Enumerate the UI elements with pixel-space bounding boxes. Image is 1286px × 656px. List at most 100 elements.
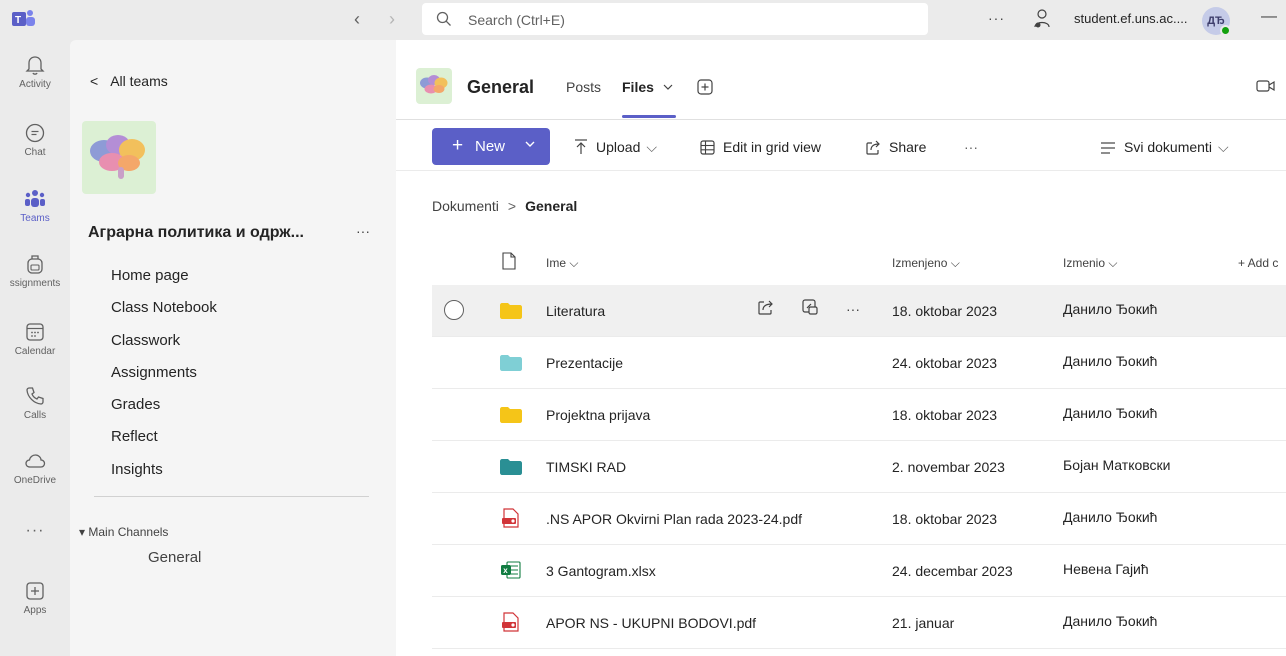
team-nav-class-notebook[interactable]: Class Notebook xyxy=(111,298,217,330)
rail-item-apps[interactable]: Apps xyxy=(0,580,70,616)
file-modified-by: Бојан Матковски xyxy=(1063,457,1171,473)
team-nav-classwork[interactable]: Classwork xyxy=(111,331,217,363)
all-teams-link[interactable]: < All teams xyxy=(90,73,168,89)
back-arrow-icon[interactable]: ‹ xyxy=(354,10,360,28)
list-view-icon xyxy=(1101,142,1115,154)
file-modified-date: 18. oktobar 2023 xyxy=(892,407,998,423)
rail-item-more[interactable]: ··· xyxy=(0,522,70,540)
share-icon[interactable] xyxy=(758,299,774,320)
team-nav-home-page[interactable]: Home page xyxy=(111,266,217,298)
brain-icon xyxy=(420,75,448,94)
add-tab-icon[interactable] xyxy=(697,79,713,95)
rail-item-calls[interactable]: Calls xyxy=(0,385,70,421)
table-row[interactable]: Prezentacije 24. oktobar 2023 Данило Ђок… xyxy=(432,337,1286,389)
team-nav-assignments[interactable]: Assignments xyxy=(111,363,217,395)
rail-label: Calls xyxy=(23,410,47,421)
chevron-down-icon: ⌵ xyxy=(646,139,657,155)
rail-item-assignments[interactable]: ssignments xyxy=(0,253,70,289)
people-icon[interactable] xyxy=(1032,8,1052,30)
table-row[interactable]: Literatura ··· 18. oktobar 2023 Данило Ђ… xyxy=(432,285,1286,337)
file-name[interactable]: .NS APOR Okvirni Plan rada 2023-24.pdf xyxy=(546,511,802,527)
plus-icon: + xyxy=(452,135,464,156)
table-row[interactable]: Projektna prijava 18. oktobar 2023 Данил… xyxy=(432,389,1286,441)
file-modified-date: 21. januar xyxy=(892,615,955,631)
edit-grid-label: Edit in grid view xyxy=(723,139,822,155)
rail-item-chat[interactable]: Chat xyxy=(0,122,70,158)
view-label: Svi dokumenti xyxy=(1124,139,1212,155)
file-name[interactable]: Projektna prijava xyxy=(546,407,650,423)
video-call-icon[interactable] xyxy=(1256,78,1276,94)
svg-text:x: x xyxy=(503,566,508,575)
column-modified-label: Izmenjeno xyxy=(892,256,948,270)
rail-item-teams[interactable]: Teams xyxy=(0,188,70,224)
view-selector[interactable]: Svi dokumenti ⌵ xyxy=(1100,139,1229,156)
team-nav-grades[interactable]: Grades xyxy=(111,395,217,427)
toolbar-more-button[interactable]: ··· xyxy=(964,139,978,155)
more-icon: ··· xyxy=(25,522,45,539)
folder-icon xyxy=(500,355,522,371)
file-name[interactable]: Literatura xyxy=(546,303,605,319)
row-select-checkbox[interactable] xyxy=(444,300,464,320)
breadcrumb-root[interactable]: Dokumenti xyxy=(432,198,499,214)
tab-files[interactable]: Files xyxy=(622,79,674,95)
chevron-down-icon: ⌵ xyxy=(1217,139,1229,155)
file-name[interactable]: Prezentacije xyxy=(546,355,623,371)
presence-available-icon xyxy=(1220,25,1231,36)
file-modified-by: Невена Гајић xyxy=(1063,561,1149,577)
tab-posts[interactable]: Posts xyxy=(566,79,601,95)
rail-item-calendar[interactable]: Calendar xyxy=(0,321,70,357)
team-nav-insights[interactable]: Insights xyxy=(111,460,217,492)
table-row[interactable]: APOR NS - UKUPNI BODOVI.pdf 21. januar Д… xyxy=(432,597,1286,649)
more-options-button[interactable]: ··· xyxy=(988,10,1005,26)
column-modified[interactable]: Izmenjeno ⌵ xyxy=(892,256,960,271)
chat-icon xyxy=(25,123,45,143)
active-tab-indicator xyxy=(622,115,676,118)
calendar-icon xyxy=(26,323,44,341)
rail-label: Chat xyxy=(24,147,46,158)
column-name[interactable]: Ime ⌵ xyxy=(546,256,578,271)
file-name[interactable]: 3 Gantogram.xlsx xyxy=(546,563,656,579)
search-placeholder: Search (Ctrl+E) xyxy=(468,12,565,28)
tab-files-label: Files xyxy=(622,79,654,95)
edit-grid-button[interactable]: Edit in grid view xyxy=(700,139,821,155)
rail-item-onedrive[interactable]: OneDrive xyxy=(0,450,70,486)
main-content: General Posts Files + New Upload ⌵ Edit … xyxy=(396,40,1286,656)
file-name[interactable]: TIMSKI RAD xyxy=(546,459,626,475)
add-column-button[interactable]: + Add c xyxy=(1238,256,1278,270)
rail-label: Calendar xyxy=(14,346,56,357)
new-button[interactable]: + New xyxy=(432,128,550,165)
column-modified-by-label: Izmenio xyxy=(1063,256,1106,270)
file-modified-date: 2. novembar 2023 xyxy=(892,459,1005,475)
chevron-down-icon xyxy=(663,84,673,90)
pdf-file-icon xyxy=(502,612,519,632)
chevron-down-icon xyxy=(525,141,535,147)
share-button[interactable]: Share xyxy=(866,139,926,155)
teams-logo-icon: T xyxy=(12,10,35,26)
table-row[interactable]: x 3 Gantogram.xlsx 24. decembar 2023 Нев… xyxy=(432,545,1286,597)
breadcrumb-separator-icon: > xyxy=(507,198,517,214)
copy-link-icon[interactable] xyxy=(802,299,818,320)
upload-button[interactable]: Upload ⌵ xyxy=(574,139,657,156)
file-type-icon[interactable] xyxy=(502,252,516,270)
team-nav-reflect[interactable]: Reflect xyxy=(111,427,217,459)
column-modified-by[interactable]: Izmenio ⌵ xyxy=(1063,256,1117,271)
channel-item-general[interactable]: General xyxy=(148,549,201,566)
row-more-button[interactable]: ··· xyxy=(846,301,860,317)
team-more-button[interactable]: ··· xyxy=(356,223,370,239)
search-box[interactable]: Search (Ctrl+E) xyxy=(422,3,928,35)
team-name[interactable]: Аграрна политика и одрж... xyxy=(88,224,304,242)
forward-arrow-icon[interactable]: › xyxy=(389,10,395,28)
minimize-button[interactable]: — xyxy=(1261,8,1277,26)
bell-icon xyxy=(25,56,45,75)
folder-icon xyxy=(500,459,522,475)
upload-label: Upload xyxy=(596,139,641,155)
channel-avatar xyxy=(416,68,452,104)
table-row[interactable]: .NS APOR Okvirni Plan rada 2023-24.pdf 1… xyxy=(432,493,1286,545)
file-modified-date: 18. oktobar 2023 xyxy=(892,511,998,527)
file-name[interactable]: APOR NS - UKUPNI BODOVI.pdf xyxy=(546,615,756,631)
phone-icon xyxy=(26,387,44,405)
channels-section-toggle[interactable]: ▾ Main Channels xyxy=(79,525,168,539)
account-name[interactable]: student.ef.uns.ac.... xyxy=(1074,11,1187,26)
table-row[interactable]: TIMSKI RAD 2. novembar 2023 Бојан Матков… xyxy=(432,441,1286,493)
rail-item-activity[interactable]: Activity xyxy=(0,54,70,90)
